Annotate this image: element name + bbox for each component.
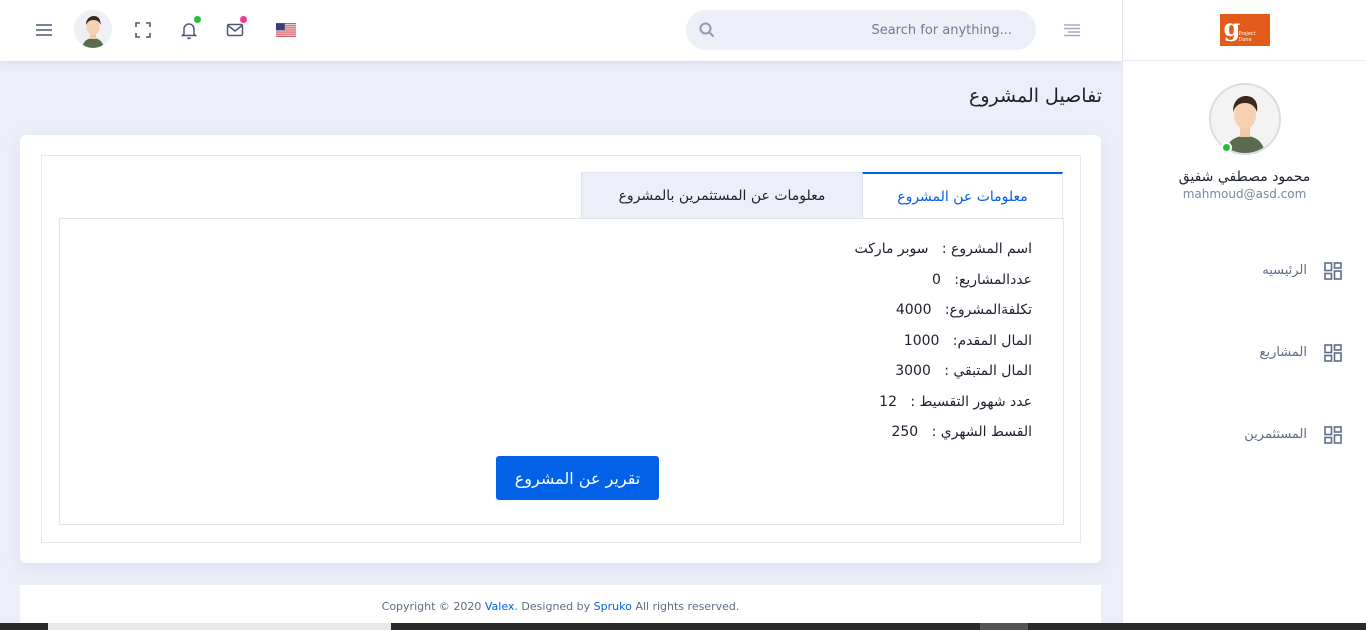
search-box [686, 10, 1036, 50]
taskbar-segment [48, 623, 391, 630]
project-report-button[interactable]: تقرير عن المشروع [496, 456, 659, 500]
logo-subtext: Project Done [1238, 31, 1256, 43]
detail-row-months: عدد شهور التقسيط : 12 [855, 394, 1032, 425]
copyright-suffix: All rights reserved. [631, 600, 740, 613]
detail-value: 12 [879, 393, 897, 410]
detail-value: 250 [891, 424, 919, 440]
search-input[interactable] [686, 10, 1036, 50]
sidebar-item-label: المستثمرين [1244, 427, 1307, 442]
detail-row-name: اسم المشروع : سوبر ماركت [855, 241, 1032, 272]
detail-label: القسط الشهري : [931, 424, 1032, 440]
sidebar-item-projects[interactable]: المشاريع [1123, 343, 1366, 425]
logo[interactable]: g Project Done [1219, 14, 1270, 46]
tab-project-info[interactable]: معلومات عن المشروع [862, 172, 1063, 219]
detail-value: 0 [931, 271, 941, 288]
copyright-prefix: Copyright © 2020 [381, 600, 485, 613]
sidebar-menu: الرئيسيه المشاريع المستثمرين [1123, 261, 1366, 507]
sidebar-item-investors[interactable]: المستثمرين [1123, 425, 1366, 507]
avatar[interactable] [74, 10, 112, 48]
sidebar-item-label: الرئيسيه [1262, 263, 1307, 278]
bell-icon[interactable] [178, 16, 201, 41]
user-email: mahmoud@asd.com [1182, 187, 1307, 201]
tab-content: اسم المشروع : سوبر ماركت عددالمشاريع: 0 … [59, 218, 1064, 525]
tab-investors-info[interactable]: معلومات عن المستثمرين بالمشروع [581, 172, 862, 219]
detail-label: اسم المشروع : [941, 241, 1032, 257]
detail-label: المال المتبقي : [944, 363, 1032, 379]
us-flag-icon[interactable] [273, 19, 298, 41]
detail-row-installment: القسط الشهري : 250 [855, 424, 1032, 455]
grid-icon [1324, 344, 1342, 362]
detail-value: 1000 [903, 332, 940, 349]
detail-row-remaining: المال المتبقي : 3000 [855, 363, 1032, 394]
fullscreen-icon[interactable] [132, 19, 154, 41]
detail-row-count: عددالمشاريع: 0 [855, 272, 1032, 303]
profile-avatar[interactable] [1208, 83, 1281, 155]
top-header [0, 0, 1122, 61]
user-name: محمود مصطفي شفيق [1178, 169, 1311, 185]
align-icon[interactable] [1061, 19, 1083, 41]
detail-label: عددالمشاريع: [954, 271, 1032, 288]
online-status-dot [1220, 142, 1232, 153]
footer-brand-link[interactable]: Valex [485, 600, 515, 613]
mail-icon[interactable] [224, 16, 247, 41]
sidebar-item-home[interactable]: الرئيسيه [1123, 261, 1366, 343]
detail-label: عدد شهور التقسيط : [910, 393, 1032, 410]
project-details: اسم المشروع : سوبر ماركت عددالمشاريع: 0 … [855, 241, 1032, 455]
project-card: معلومات عن المشروع معلومات عن المستثمرين… [20, 135, 1101, 563]
page-title: تفاصيل المشروع [969, 85, 1102, 107]
detail-label: المال المقدم: [952, 332, 1032, 349]
grid-icon [1324, 426, 1342, 444]
menu-icon[interactable] [33, 19, 55, 41]
search-icon[interactable] [698, 21, 716, 43]
detail-label: تكلفةالمشروع: [944, 302, 1032, 318]
taskbar-strip [0, 623, 1366, 630]
taskbar-segment [980, 623, 1028, 630]
copyright-middle: . Designed by [514, 600, 594, 613]
logo-area: g Project Done [1123, 0, 1366, 61]
detail-row-paid: المال المقدم: 1000 [855, 333, 1032, 364]
mail-badge [240, 16, 247, 23]
detail-value: 3000 [895, 363, 931, 379]
notification-badge [194, 16, 201, 23]
user-profile: محمود مصطفي شفيق mahmoud@asd.com [1123, 61, 1366, 201]
sidebar-item-label: المشاريع [1259, 345, 1307, 360]
tab-bar: معلومات عن المشروع معلومات عن المستثمرين… [581, 172, 1063, 219]
detail-value: سوبر ماركت [854, 241, 929, 257]
sidebar: g Project Done محمود مصطفي شفيق mahmoud@… [1122, 0, 1366, 630]
copyright-text: Copyright © 2020 Valex. Designed by Spru… [20, 585, 1101, 613]
grid-icon [1324, 262, 1342, 280]
detail-value: 4000 [895, 302, 932, 318]
footer-designer-link[interactable]: Spruko [594, 600, 632, 613]
card-inner: معلومات عن المشروع معلومات عن المستثمرين… [41, 155, 1081, 543]
detail-row-cost: تكلفةالمشروع: 4000 [855, 302, 1032, 333]
